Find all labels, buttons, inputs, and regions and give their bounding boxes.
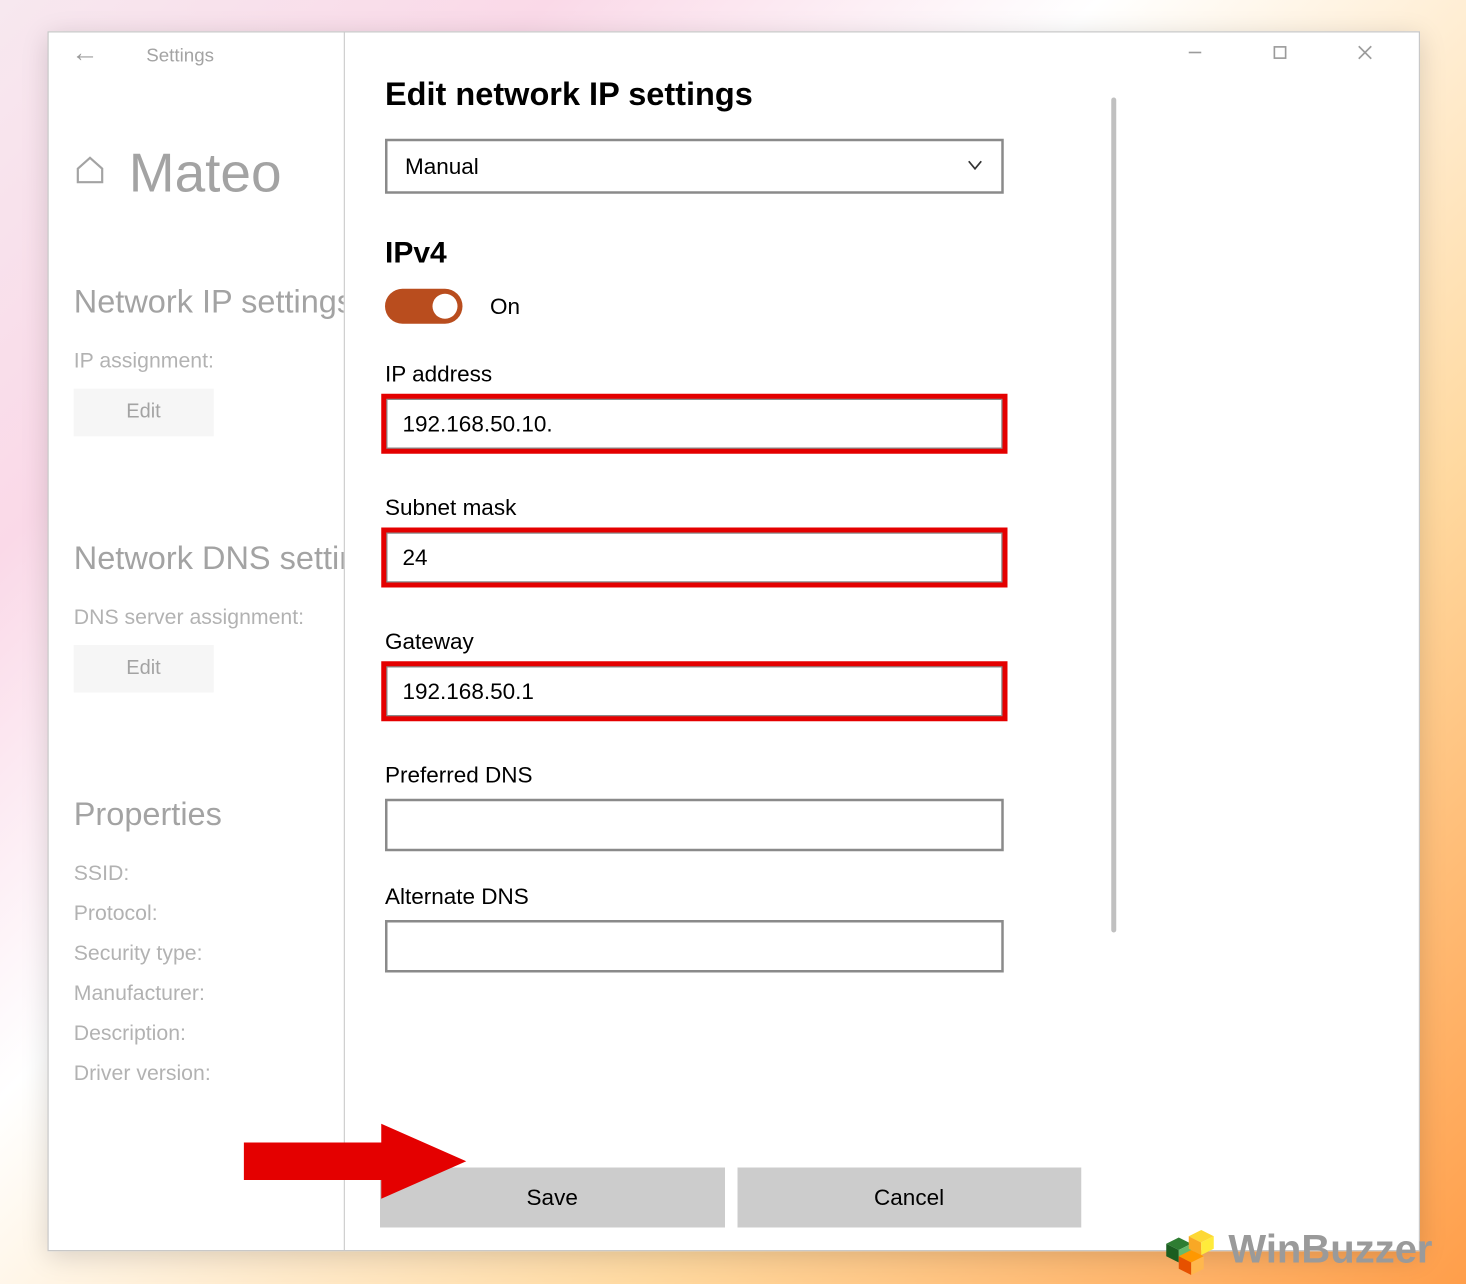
save-button[interactable]: Save [380,1168,724,1228]
app-label: Settings [146,44,214,65]
minimize-button[interactable] [1166,33,1224,73]
dialog-title: Edit network IP settings [385,75,1081,114]
ipv4-heading: IPv4 [385,236,1081,271]
maximize-button[interactable] [1251,33,1309,73]
cancel-button[interactable]: Cancel [737,1168,1081,1228]
gateway-input[interactable] [385,665,1004,718]
title-bar [1166,33,1419,73]
dialog-scrollbar[interactable] [1111,98,1116,933]
edit-dns-button[interactable]: Edit [74,645,213,693]
gateway-label: Gateway [385,629,1081,655]
edit-ip-button[interactable]: Edit [74,389,213,437]
settings-window: ← Settings Mateo Network IP settings IP … [48,31,1421,1251]
alternate-dns-input[interactable] [385,920,1004,973]
close-button[interactable] [1336,33,1394,73]
ip-address-label: IP address [385,361,1081,387]
home-icon [74,153,107,194]
preferred-dns-label: Preferred DNS [385,763,1081,789]
back-button[interactable]: ← [71,36,99,69]
ip-address-input[interactable] [385,398,1004,451]
ip-mode-select[interactable]: Manual [385,139,1004,194]
chevron-down-icon [966,153,984,179]
ipv4-toggle[interactable] [385,289,463,324]
alternate-dns-label: Alternate DNS [385,884,1081,910]
ipv4-toggle-label: On [490,293,520,319]
preferred-dns-input[interactable] [385,799,1004,852]
page-title: Mateo [129,143,282,206]
edit-ip-dialog: Edit network IP settings Manual IPv4 On … [344,33,1122,1251]
subnet-mask-input[interactable] [385,531,1004,584]
subnet-mask-label: Subnet mask [385,495,1081,521]
ip-mode-value: Manual [405,153,479,179]
